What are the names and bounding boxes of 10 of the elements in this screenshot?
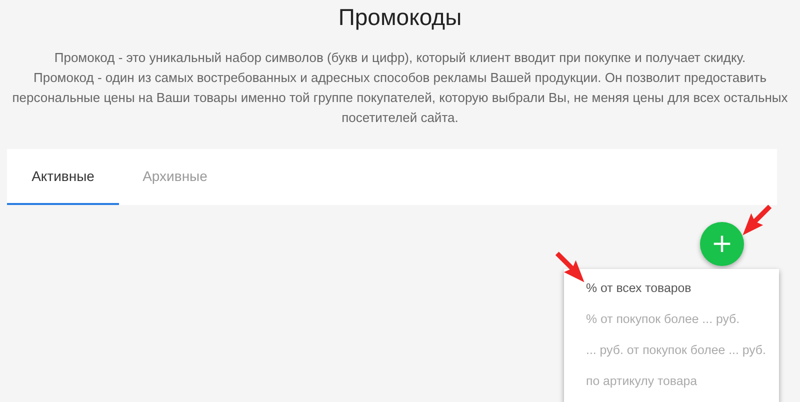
menu-item[interactable]: % от всех товаров [564,273,779,304]
description-text: Промокод - это уникальный набор символов (букв и цифр), который клиент вводит при покупке и получает скидку. [53,49,747,67]
add-button[interactable]: + [700,222,744,266]
description-text: Промокод - один из самых востребованных и адресных способов рекламы Вашей продукции. Он позволит предоставить персональные цены на Ваши товары именно той группе покупателей, которую выбрали Вы, не меняя цены для всех остальных посетителей сайта. [11,69,789,127]
page-title: Промокоды [337,3,463,31]
menu-item[interactable]: ... руб. от покупок более ... руб. [564,335,779,366]
tab[interactable]: Архивные [119,149,231,205]
menu-item[interactable]: по артикулу товара [564,366,779,397]
menu-item[interactable]: % от покупок более ... руб. [564,304,779,335]
tab[interactable]: Активные [7,149,119,205]
